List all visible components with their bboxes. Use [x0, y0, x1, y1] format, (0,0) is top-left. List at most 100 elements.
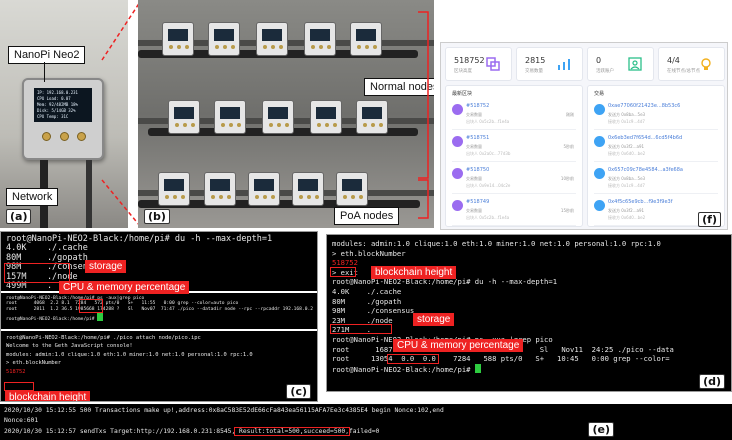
blockchain-node-device — [356, 100, 388, 134]
block-number[interactable]: #518749 — [466, 199, 489, 205]
node-buttons — [363, 123, 383, 127]
node-lcd — [210, 179, 230, 191]
panel-label-c: (c) — [286, 384, 311, 399]
terminal-line: modules: admin:1.0 clique:1.0 eth:1.0 mi… — [332, 239, 661, 248]
node-buttons — [215, 45, 235, 49]
log-line-2: Nonce:601 — [4, 417, 39, 424]
d-terminal-output: modules: admin:1.0 clique:1.0 eth:1.0 mi… — [327, 235, 731, 391]
nanopi-callout-line — [44, 62, 45, 82]
cpu-highlight — [79, 299, 103, 313]
node-buttons — [263, 45, 283, 49]
block-tx-label: 交易数量 — [466, 112, 482, 117]
panel-label-e: (e) — [588, 422, 614, 437]
storage-tag: storage — [85, 260, 127, 273]
terminal-cursor — [97, 312, 104, 322]
tx-to: 接收方 0x1c9...4d7 — [608, 183, 645, 188]
block-tx-label: 交易数量 — [466, 208, 482, 213]
blockchain-node-device — [262, 100, 294, 134]
node-lcd — [214, 29, 234, 41]
blocks-icon — [486, 57, 500, 71]
node-lcd — [356, 29, 376, 41]
tx-icon — [594, 168, 605, 179]
device-button — [42, 132, 51, 141]
block-miner: 出块人 0x5c2b...f1e4a — [466, 215, 510, 220]
lightbulb-icon — [701, 58, 711, 70]
blockchain-node-device — [292, 172, 324, 206]
node-lcd — [168, 29, 188, 41]
block-tx-label: 交易数量 — [466, 144, 482, 149]
node-buttons — [255, 195, 275, 199]
device-button — [59, 132, 69, 141]
terminal-line: 80M ./gopath — [332, 296, 402, 306]
tx-hash[interactable]: 0x657c09c78e4584...a3fe68a — [608, 167, 683, 173]
block-time: 5秒前 — [563, 144, 574, 149]
tx-icon — [594, 200, 605, 211]
tx-hash[interactable]: 0xae77060f21423e...8b53c6 — [608, 103, 680, 109]
block-row[interactable]: #518749 交易数量出块人 0x5c2b...f1e4a 15秒前 — [452, 196, 576, 226]
node-lcd — [310, 29, 330, 41]
block-icon — [452, 136, 463, 147]
node-lcd — [220, 107, 240, 119]
latest-blocks-title: 最新区块 — [452, 91, 473, 97]
tx-to: 接收方 0x6d0...be2 — [608, 215, 646, 220]
lcd-line: CPU Temp: 31C — [37, 114, 69, 119]
stat-value: 4/4 — [667, 56, 680, 65]
terminal-line: modules: admin:1.0 clique:1.0 eth:1.0 mi… — [6, 351, 253, 358]
stat-label: 交易数量 — [525, 69, 543, 74]
bar-chart-icon — [558, 59, 570, 70]
terminal-line: > eth.blockNumber — [6, 360, 62, 367]
stat-label: 活跃账户 — [596, 69, 614, 74]
blockchain-node-device — [214, 100, 246, 134]
tx-row[interactable]: 0xae77060f21423e...8b53c6 发送方 0x8ba...5e3… — [594, 100, 718, 130]
cpu-tag: CPU & memory percentage — [59, 281, 190, 294]
blockchain-node-device — [350, 22, 382, 56]
d-storage-highlight — [330, 324, 392, 334]
d-storage-tag: storage — [413, 313, 455, 326]
log-line-1: 2020/10/30 15:12:55 500 Transactions mak… — [4, 407, 444, 414]
tx-from: 发送方 0x3f2...a91 — [608, 208, 645, 213]
tx-from: 发送方 0x8ba...5e3 — [608, 176, 646, 181]
blockchain-node-device — [162, 22, 194, 56]
terminal-line: > eth.blockNumber — [332, 248, 406, 258]
node-lcd — [262, 29, 282, 41]
node-lcd — [268, 107, 288, 119]
node-lcd — [316, 107, 336, 119]
block-number[interactable]: #518750 — [466, 167, 489, 173]
stat-label: 在线节点/总节点 — [667, 69, 701, 74]
node-buttons — [299, 195, 319, 199]
tx-row[interactable]: 0x6eb3ed7f654d...6cd5f4b6d 发送方 0x3f2...a9… — [594, 132, 718, 162]
block-miner: 出块人 0x9e14...04c2e — [466, 183, 511, 188]
tx-hash[interactable]: 0x4f5c65e9cb...f9e3f9e3f — [608, 199, 672, 205]
user-icon — [628, 57, 642, 71]
block-row[interactable]: #518751 交易数量 出块人 0x2a0c...77d3b 5秒前 — [452, 132, 576, 162]
tx-row[interactable]: 0x657c09c78e4584...a3fe68a 发送方 0x8ba...5e… — [594, 164, 718, 194]
nanopi-device: IP: 192.168.0.231 CPU Load: 0.07 Mem: 92… — [22, 78, 104, 160]
node-lcd — [362, 107, 382, 119]
power-cable — [86, 160, 92, 228]
lcd-screen: IP: 192.168.0.231 CPU Load: 0.07 Mem: 92… — [34, 88, 92, 122]
poa-nodes-bracket — [418, 179, 429, 219]
panel-b-photo: Normal nodes PoA nodes (b) — [138, 0, 434, 228]
node-buttons — [317, 123, 337, 127]
block-number[interactable]: #518752 — [466, 103, 489, 109]
node-buttons — [357, 45, 377, 49]
blockchain-node-device — [168, 100, 200, 134]
block-icon — [452, 104, 463, 115]
blockchain-node-device — [256, 22, 288, 56]
tx-hash[interactable]: 0x6eb3ed7f654d...6cd5f4b6d — [608, 135, 682, 141]
d-cpu-tag: CPU & memory percentage — [393, 339, 524, 352]
block-row[interactable]: #518752 交易数量 出块人 0x5c2b...f1e4a 刚刚 — [452, 100, 576, 130]
terminal-line: root@NanoPi-NEO2-Black:/home/pi# ps -xua… — [332, 334, 553, 344]
d-cpu-highlight — [387, 354, 439, 364]
stat-value: 518752 — [454, 56, 485, 65]
node-buttons — [211, 195, 231, 199]
block-time: 15秒前 — [560, 208, 574, 213]
block-row[interactable]: #518750 交易数量 出块人 0x9e14...04c2e 10秒前 — [452, 164, 576, 194]
panel-label-b: (b) — [144, 209, 170, 224]
panel-c-terminal: root@NanoPi-NEO2-Black:/home/pi# du -h -… — [0, 231, 318, 402]
panel-d-terminal: modules: admin:1.0 clique:1.0 eth:1.0 mi… — [326, 234, 732, 392]
terminal-line: root@NanoPi-NEO2-Black:/home/pi# ./pico … — [6, 335, 201, 341]
block-number[interactable]: #518751 — [466, 135, 489, 141]
node-lcd — [342, 179, 362, 191]
terminal-line: 518752 — [6, 368, 26, 375]
